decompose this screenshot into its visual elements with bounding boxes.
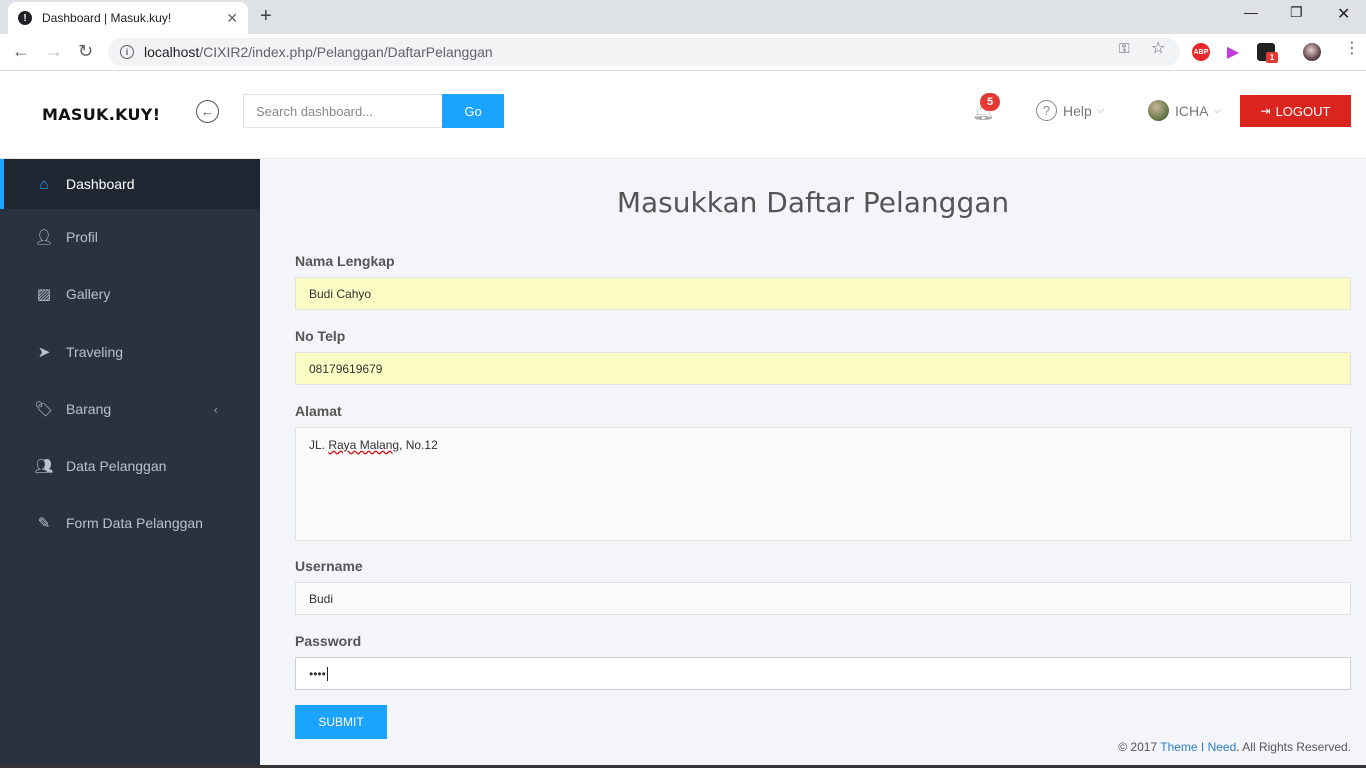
forward-icon[interactable]: →: [45, 41, 63, 61]
text-cursor: [326, 666, 328, 681]
user-icon: 👤︎: [34, 229, 54, 246]
new-tab-icon[interactable]: +: [260, 6, 272, 26]
sidebar-item-label: Gallery: [66, 286, 111, 302]
app-header: MASUK.KUY! ← Go 🔔︎ 5 ? Help ⌵ ICHA ⌵ ⇥ L…: [0, 71, 1366, 159]
back-icon[interactable]: ←: [12, 41, 30, 61]
logout-label: LOGOUT: [1275, 103, 1331, 119]
send-icon: ➤: [37, 344, 51, 361]
sidebar: ⌂ Dashboard 👤︎ Profil ▨ Gallery ➤ Travel…: [0, 159, 260, 768]
username-field[interactable]: Budi: [295, 582, 1351, 615]
chevron-down-icon: ⌵: [1213, 105, 1222, 116]
nama-label: Nama Lengkap: [295, 253, 395, 269]
key-icon[interactable]: ⚿: [1119, 40, 1130, 57]
tab-title: Dashboard | Masuk.kuy!: [42, 11, 172, 25]
page-title: Masukkan Daftar Pelanggan: [616, 186, 1010, 219]
users-icon: 👥︎: [34, 458, 54, 475]
submit-button[interactable]: SUBMIT: [295, 705, 387, 739]
play-extension-icon[interactable]: ▶: [1224, 43, 1242, 61]
sidebar-item-label: Barang: [66, 401, 112, 417]
alamat-textarea[interactable]: JL. Raya Malang, No.12: [295, 427, 1351, 541]
user-menu[interactable]: ICHA ⌵: [1148, 100, 1221, 121]
favicon-icon: !: [18, 11, 32, 25]
help-icon: ?: [1036, 100, 1057, 121]
tags-icon: 🏷︎: [34, 401, 54, 418]
logout-icon: ⇥: [1260, 104, 1271, 118]
edit-icon: ✎: [37, 515, 51, 532]
extension-badge: 1: [1266, 52, 1278, 63]
sidebar-item-label: Traveling: [66, 344, 124, 360]
sidebar-item-traveling[interactable]: ➤ Traveling: [0, 327, 260, 377]
home-icon: ⌂: [39, 175, 49, 193]
help-menu[interactable]: ? Help ⌵: [1036, 100, 1104, 121]
logo[interactable]: MASUK.KUY!: [42, 105, 160, 124]
adblock-icon[interactable]: ABP: [1192, 43, 1210, 61]
nama-field[interactable]: Budi Cahyo: [295, 277, 1351, 310]
footer-theme-link[interactable]: Theme I Need: [1160, 740, 1236, 754]
sidebar-item-barang[interactable]: 🏷︎ Barang ‹: [0, 384, 260, 434]
notification-badge: 5: [980, 93, 1000, 111]
user-name: ICHA: [1175, 102, 1209, 119]
password-label: Password: [295, 633, 362, 649]
sidebar-item-label: Data Pelanggan: [66, 458, 167, 474]
sidebar-item-form-data-pelanggan[interactable]: ✎ Form Data Pelanggan: [0, 498, 260, 548]
telp-label: No Telp: [295, 328, 346, 344]
url-text: localhost/CIXIR2/index.php/Pelanggan/Daf…: [144, 44, 493, 60]
restore-icon[interactable]: ❐: [1290, 4, 1303, 21]
star-icon[interactable]: ☆: [1151, 38, 1165, 58]
password-dots: ••••: [309, 666, 326, 681]
logout-button[interactable]: ⇥ LOGOUT: [1240, 95, 1351, 127]
chevron-left-icon: ‹: [213, 401, 218, 417]
browser-tabbar: ! Dashboard | Masuk.kuy! ✕ + — ❐ ✕: [0, 0, 1366, 34]
menu-icon[interactable]: ⋮: [1344, 38, 1360, 58]
sidebar-item-dashboard[interactable]: ⌂ Dashboard: [0, 159, 260, 209]
search-go-button[interactable]: Go: [442, 94, 504, 128]
info-icon[interactable]: i: [120, 45, 134, 59]
sidebar-item-label: Form Data Pelanggan: [66, 515, 203, 531]
sidebar-item-gallery[interactable]: ▨ Gallery: [0, 269, 260, 319]
sidebar-item-label: Dashboard: [66, 176, 135, 192]
telp-field[interactable]: 08179619679: [295, 352, 1351, 385]
address-bar[interactable]: i localhost/CIXIR2/index.php/Pelanggan/D…: [108, 38, 1180, 66]
password-field[interactable]: ••••: [295, 657, 1351, 690]
sidebar-item-profil[interactable]: 👤︎ Profil: [0, 212, 260, 262]
browser-tab[interactable]: ! Dashboard | Masuk.kuy! ✕: [8, 2, 248, 34]
profile-avatar[interactable]: [1303, 43, 1321, 61]
minimize-icon[interactable]: —: [1244, 4, 1258, 20]
username-label: Username: [295, 558, 363, 574]
alamat-label: Alamat: [295, 403, 342, 419]
avatar: [1148, 100, 1169, 121]
reload-icon[interactable]: ↻: [78, 41, 93, 61]
image-icon: ▨: [36, 286, 52, 303]
sidebar-item-data-pelanggan[interactable]: 👥︎ Data Pelanggan: [0, 441, 260, 491]
browser-toolbar: ← → ↻ i localhost/CIXIR2/index.php/Pelan…: [0, 34, 1366, 71]
chevron-down-icon: ⌵: [1096, 105, 1105, 116]
window-close-icon[interactable]: ✕: [1337, 4, 1350, 24]
alamat-text: JL. Raya Malang, No.12: [309, 438, 438, 452]
sidebar-item-label: Profil: [66, 229, 98, 245]
footer: © 2017 Theme I Need. All Rights Reserved…: [1118, 740, 1351, 754]
help-label: Help: [1063, 102, 1092, 119]
search-input[interactable]: [243, 94, 442, 128]
main-content: Masukkan Daftar Pelanggan Nama Lengkap B…: [260, 159, 1366, 768]
tab-close-icon[interactable]: ✕: [226, 10, 238, 27]
collapse-sidebar-icon[interactable]: ←: [196, 100, 219, 123]
